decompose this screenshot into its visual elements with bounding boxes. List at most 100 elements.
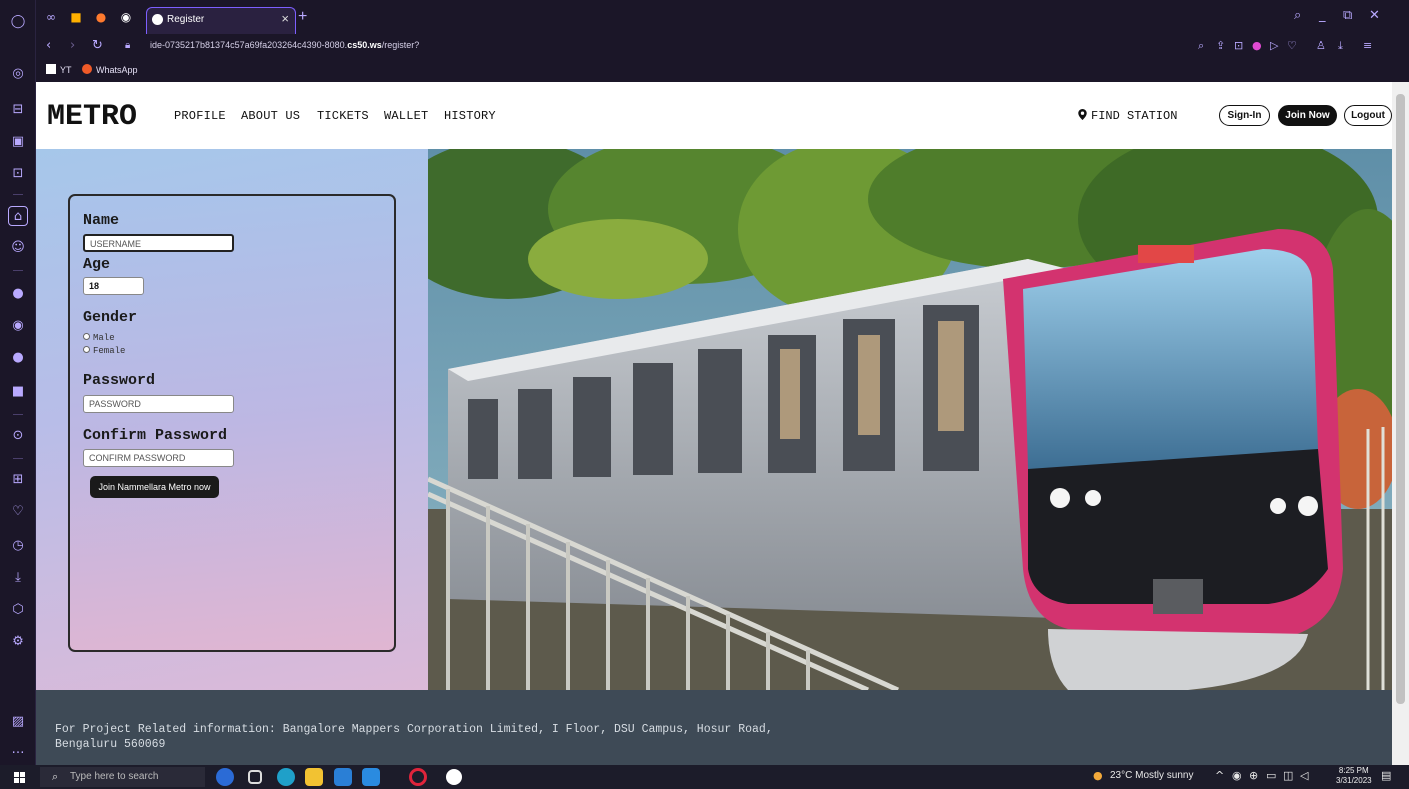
onedrive-icon[interactable]: ⊕ xyxy=(1249,769,1258,782)
age-input[interactable]: 18 xyxy=(83,277,144,295)
search-page-icon[interactable]: ⌕ xyxy=(1198,39,1204,53)
camera-icon[interactable]: ⊡ xyxy=(1234,39,1243,52)
clock-date: 3/31/2023 xyxy=(1336,776,1372,785)
opera-icon[interactable] xyxy=(409,768,427,786)
windows-taskbar: ⌕ Type here to search ● 23°C Mostly sunn… xyxy=(0,765,1409,789)
nav-profile[interactable]: PROFILE xyxy=(174,109,226,123)
notification-icon[interactable]: ▤ xyxy=(1381,769,1391,782)
radio-icon[interactable] xyxy=(83,333,90,340)
share-icon[interactable]: ⇪ xyxy=(1216,39,1225,52)
username-input[interactable]: USERNAME xyxy=(83,234,234,252)
metro-train-illustration xyxy=(428,149,1392,690)
wallet-icon[interactable]: ♡ xyxy=(1287,39,1297,52)
confirm-password-input[interactable]: CONFIRM PASSWORD xyxy=(83,449,234,467)
taskbar-clock[interactable]: 8:25 PM 3/31/2023 xyxy=(1336,766,1372,786)
back-icon[interactable]: ‹ xyxy=(46,38,51,53)
nav-tickets[interactable]: TICKETS xyxy=(317,109,369,123)
snapshot-icon[interactable]: ⊡ xyxy=(8,164,28,184)
taskbar-search[interactable]: ⌕ Type here to search xyxy=(40,767,205,787)
play-icon[interactable]: ▷ xyxy=(1270,39,1278,52)
find-station-label: FIND STATION xyxy=(1091,109,1178,123)
player-icon[interactable]: ⊙ xyxy=(8,426,28,446)
messenger-icon[interactable]: ☺ xyxy=(8,238,28,258)
heart-icon[interactable]: ♡ xyxy=(8,502,28,522)
close-icon[interactable]: × xyxy=(281,11,289,26)
twitch-icon[interactable]: ▣ xyxy=(8,132,28,152)
url-domain: cs50.ws xyxy=(347,40,382,50)
browser-sidebar: ◯ ◎ ⊟ ▣ ⊡ ⌂ ☺ ● ◉ ● ■ ⊙ ⊞ ♡ ◷ ⤓ ⬡ ⚙ ▨ … xyxy=(0,0,36,765)
edge-icon[interactable] xyxy=(277,768,295,786)
join-metro-button[interactable]: Join Nammellara Metro now xyxy=(90,476,219,498)
file-explorer-icon[interactable] xyxy=(305,768,323,786)
pinned-tab-icon[interactable]: ■ xyxy=(69,10,83,24)
nav-about-us[interactable]: ABOUT US xyxy=(241,109,300,123)
speed-dial-icon[interactable]: ⊞ xyxy=(8,470,28,490)
easy-setup-icon[interactable]: ≡ xyxy=(1363,39,1372,52)
bing-icon[interactable] xyxy=(216,768,234,786)
nav-history[interactable]: HISTORY xyxy=(444,109,496,123)
bookmark-yt[interactable]: YT xyxy=(46,64,72,75)
network-icon[interactable]: ◫ xyxy=(1283,769,1293,782)
sign-in-button[interactable]: Sign-In xyxy=(1219,105,1270,126)
more-icon[interactable]: … xyxy=(8,740,28,760)
extensions-icon[interactable]: ⬡ xyxy=(8,600,28,620)
downloads-icon[interactable]: ⤓ xyxy=(1338,39,1343,53)
whatsapp-icon[interactable]: ● xyxy=(8,284,28,304)
find-station-link[interactable]: FIND STATION xyxy=(1078,109,1177,123)
restore-icon[interactable]: ⧉ xyxy=(1343,8,1352,23)
brand-logo[interactable]: METRO xyxy=(47,100,137,134)
cart-icon[interactable]: ⊟ xyxy=(8,100,28,120)
vscode-icon[interactable] xyxy=(362,768,380,786)
new-tab-button[interactable]: + xyxy=(298,8,307,26)
account-icon[interactable]: ♙ xyxy=(1316,39,1326,52)
aria-icon[interactable]: ◎ xyxy=(8,64,28,84)
history-icon[interactable]: ◷ xyxy=(8,536,28,556)
radio-icon[interactable] xyxy=(83,346,90,353)
show-hidden-icons-icon[interactable]: ^ xyxy=(1215,769,1224,782)
logout-button[interactable]: Logout xyxy=(1344,105,1392,126)
age-label: Age xyxy=(83,256,111,273)
tab-register[interactable]: Register × xyxy=(146,7,296,34)
forward-icon[interactable]: › xyxy=(70,38,75,53)
gender-option-male[interactable]: Male xyxy=(83,333,115,343)
nav-wallet[interactable]: WALLET xyxy=(384,109,428,123)
clock-time: 8:25 PM xyxy=(1338,766,1369,775)
page-scrollbar[interactable] xyxy=(1392,82,1409,765)
settings-icon[interactable]: ⚙ xyxy=(8,632,28,652)
task-view-icon[interactable] xyxy=(248,770,262,784)
weather-text[interactable]: 23°C Mostly sunny xyxy=(1110,770,1193,781)
github-icon[interactable] xyxy=(446,769,462,785)
gender-option-female[interactable]: Female xyxy=(83,346,125,356)
opera-logo-icon[interactable]: ◯ xyxy=(8,12,28,32)
pinned-tab-icon[interactable]: ● xyxy=(94,10,108,24)
reload-icon[interactable]: ↻ xyxy=(92,38,103,53)
tab-favicon-icon xyxy=(152,14,163,25)
windows-start-icon[interactable] xyxy=(14,772,25,783)
scrollbar-thumb[interactable] xyxy=(1396,94,1405,704)
join-now-button[interactable]: Join Now xyxy=(1278,105,1337,126)
vpn-icon[interactable]: ● xyxy=(1252,39,1262,52)
url-field[interactable]: ide-0735217b81374c57a69fa203264c4390-808… xyxy=(150,40,419,50)
minimize-icon[interactable]: _ xyxy=(1319,8,1326,23)
tab-workspace-icon[interactable]: ∞ xyxy=(44,10,58,24)
discord-icon[interactable]: ■ xyxy=(8,382,28,402)
battery-icon[interactable]: ▭ xyxy=(1266,769,1276,782)
download-icon[interactable]: ⤓ xyxy=(8,568,28,588)
bookmark-whatsapp[interactable]: WhatsApp xyxy=(82,64,138,75)
password-label: Password xyxy=(83,372,156,389)
telegram-icon[interactable]: ● xyxy=(8,348,28,368)
volume-icon[interactable]: ◁ xyxy=(1300,769,1308,782)
store-icon[interactable] xyxy=(334,768,352,786)
password-input[interactable]: PASSWORD xyxy=(83,395,234,413)
home-icon[interactable]: ⌂ xyxy=(8,206,28,226)
location-icon[interactable]: ◉ xyxy=(1232,769,1242,782)
pinned-tab-icon[interactable]: ◉ xyxy=(119,10,133,24)
bookmark-label: YT xyxy=(60,65,72,75)
url-prefix: ide-0735217b81374c57a69fa203264c4390-808… xyxy=(150,40,348,50)
search-tabs-icon[interactable]: ⌕ xyxy=(1294,8,1301,23)
gallery-icon[interactable]: ▨ xyxy=(8,712,28,732)
name-label: Name xyxy=(83,212,120,229)
close-window-icon[interactable]: ✕ xyxy=(1369,8,1380,23)
instagram-icon[interactable]: ◉ xyxy=(8,316,28,336)
metro-train-image xyxy=(428,149,1392,690)
